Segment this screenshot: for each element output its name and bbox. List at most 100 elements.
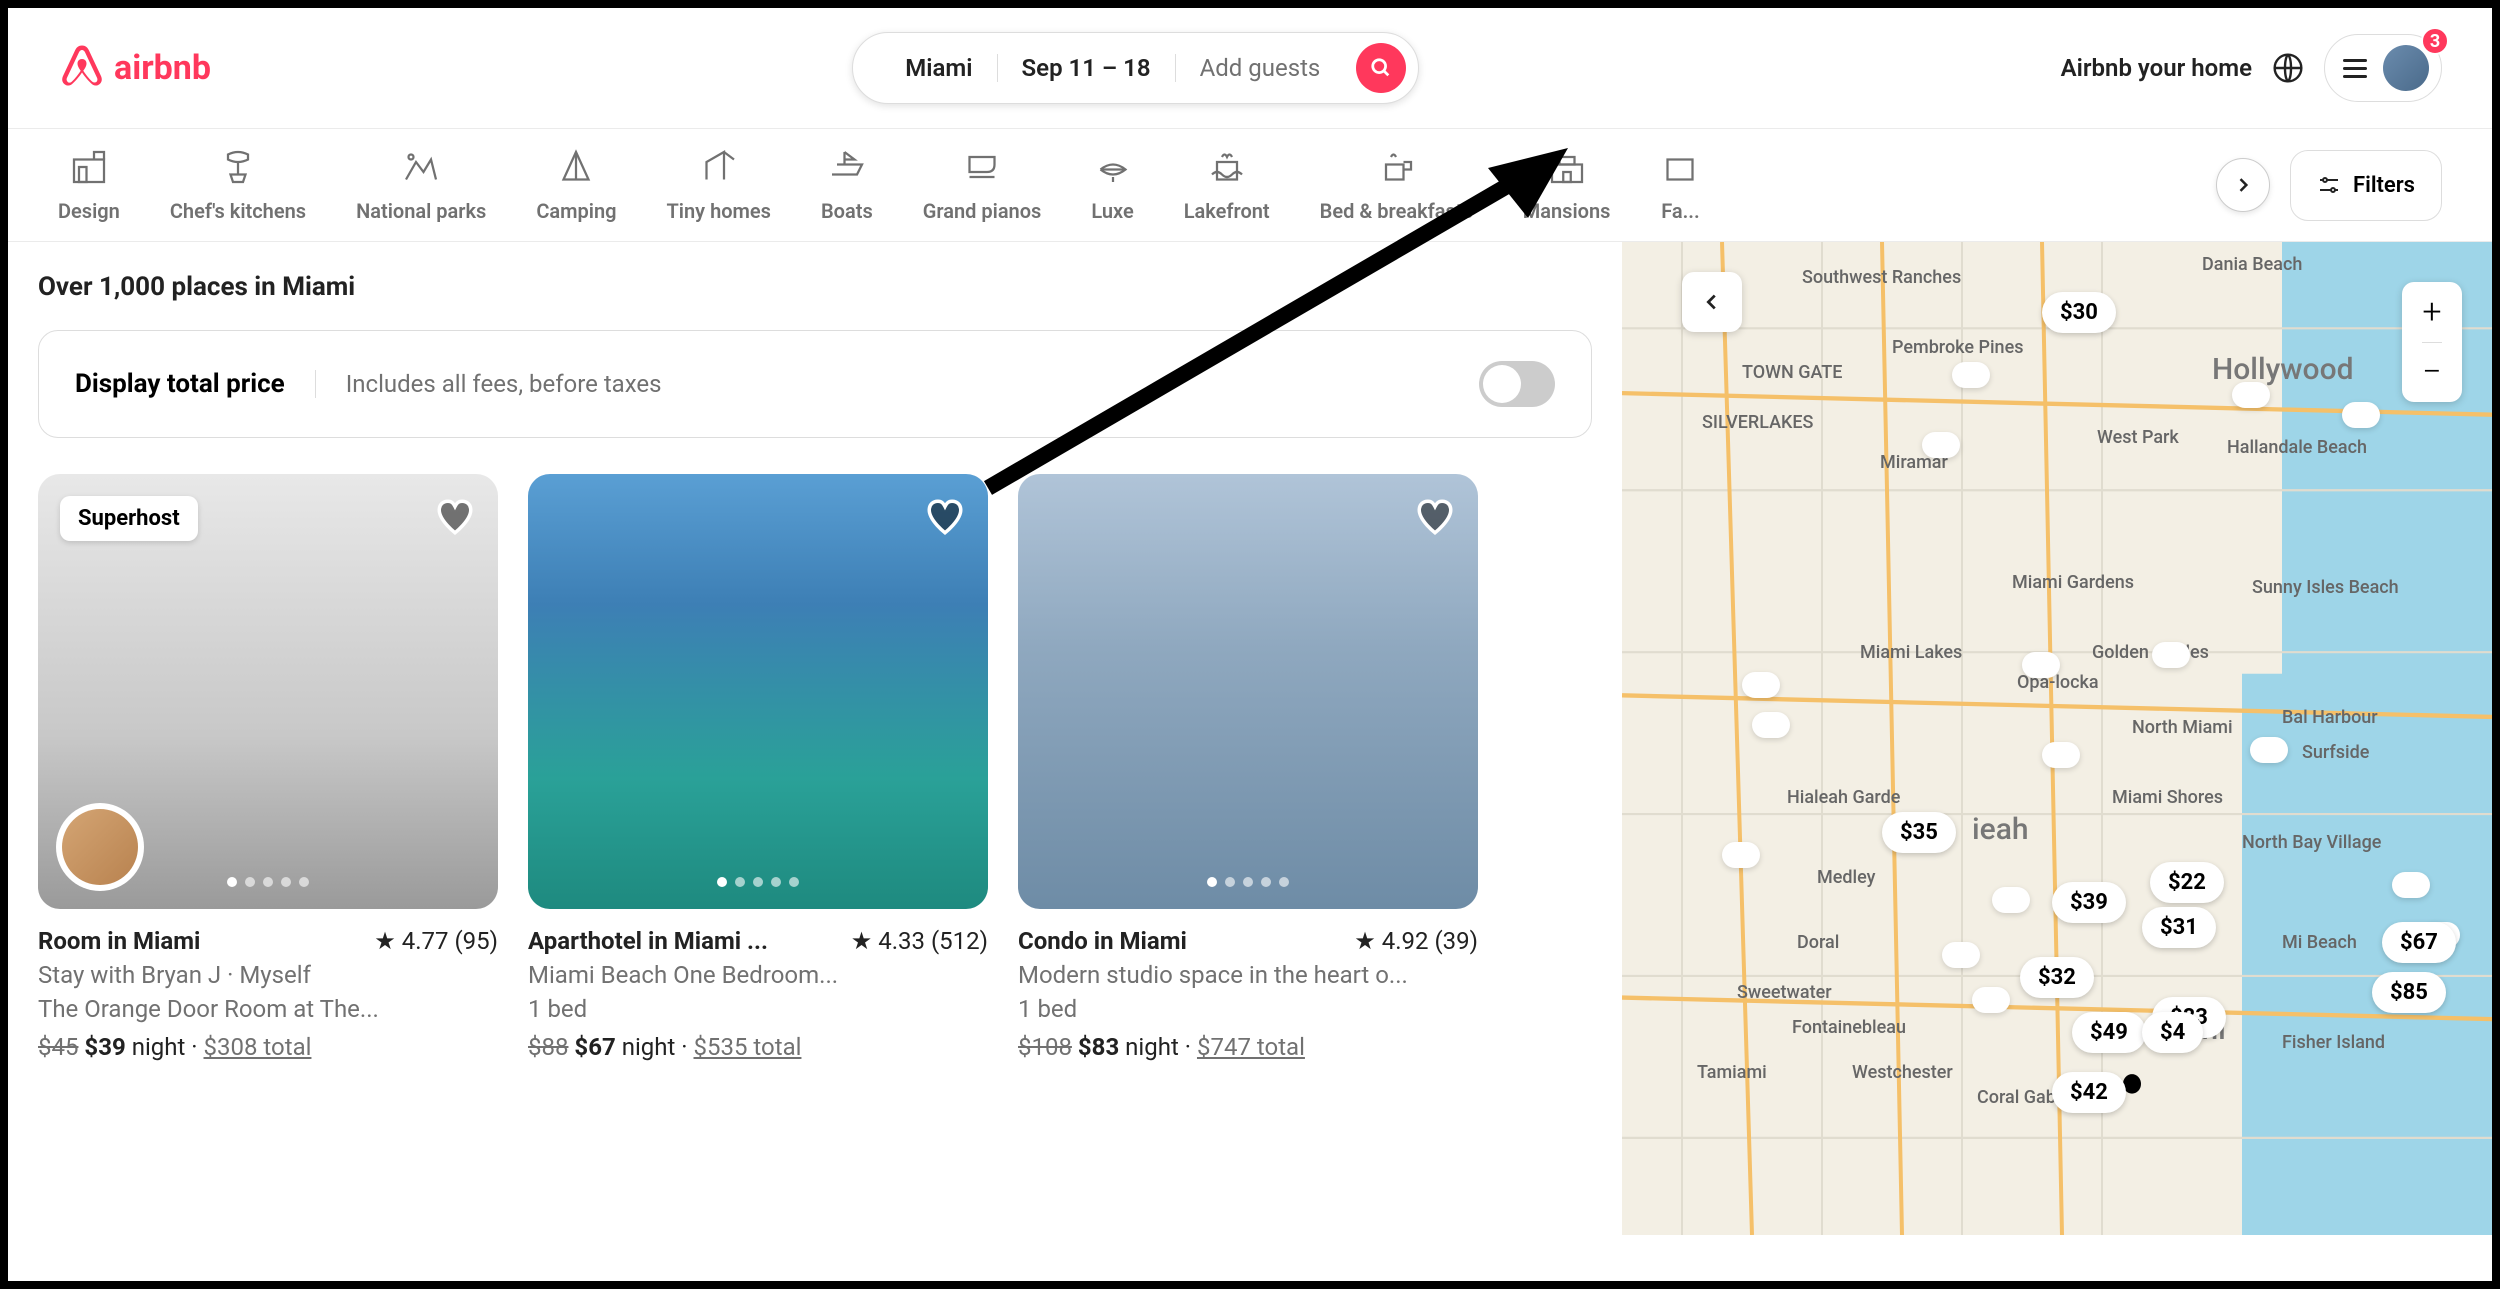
map-price-marker[interactable]: $42 xyxy=(2052,1072,2126,1113)
image-dots xyxy=(227,877,309,887)
map-place-label: Pembroke Pines xyxy=(1892,337,2024,358)
price-toggle-switch[interactable] xyxy=(1479,361,1555,407)
map-place-label: Tamiami xyxy=(1697,1062,1767,1083)
image-dots xyxy=(717,877,799,887)
map-price-marker[interactable]: $35 xyxy=(1882,812,1956,853)
zoom-in-button[interactable]: + xyxy=(2422,282,2441,343)
listing-detail: 1 bed xyxy=(528,995,988,1023)
filters-button[interactable]: Filters xyxy=(2290,150,2442,221)
listing-image[interactable] xyxy=(1018,474,1478,909)
map-place-label: Miami Shores xyxy=(2112,787,2223,808)
host-avatar xyxy=(56,803,144,891)
user-menu[interactable]: 3 xyxy=(2324,34,2442,102)
map-place-label: North Miami xyxy=(2132,717,2233,738)
search-button[interactable] xyxy=(1356,43,1406,93)
search-bar[interactable]: Miami Sep 11 – 18 Add guests xyxy=(852,32,1419,104)
globe-icon[interactable] xyxy=(2272,52,2304,84)
search-dates[interactable]: Sep 11 – 18 xyxy=(998,54,1176,82)
map-price-marker-blank[interactable] xyxy=(1742,672,1780,698)
map-price-marker[interactable]: $22 xyxy=(2150,862,2224,903)
host-link[interactable]: Airbnb your home xyxy=(2061,54,2252,82)
listing-rating: ★ 4.33 (512) xyxy=(851,927,988,955)
listing-title: Room in Miami xyxy=(38,927,200,955)
category-label: Lakefront xyxy=(1184,199,1270,223)
zoom-out-button[interactable]: − xyxy=(2422,343,2441,403)
map-price-marker[interactable]: $30 xyxy=(2042,292,2116,333)
category-grand-pianos[interactable]: Grand pianos xyxy=(923,147,1042,223)
map-price-marker[interactable]: $4 xyxy=(2142,1012,2203,1053)
map-place-label: SILVERLAKES xyxy=(1702,412,1813,433)
listing-card[interactable]: Aparthotel in Miami ... ★ 4.33 (512) Mia… xyxy=(528,474,988,1061)
category-label: Bed & breakfasts xyxy=(1320,199,1473,223)
listing-rating: ★ 4.77 (95) xyxy=(374,927,498,955)
map-place-label: Medley xyxy=(1817,867,1875,888)
map-zoom-control: + − xyxy=(2402,282,2462,402)
category-design[interactable]: Design xyxy=(58,147,120,223)
map-place-label: Hollywood xyxy=(2212,352,2354,387)
category-tiny-homes[interactable]: Tiny homes xyxy=(667,147,771,223)
image-dots xyxy=(1207,877,1289,887)
category-camping[interactable]: Camping xyxy=(536,147,616,223)
map-price-marker-blank[interactable] xyxy=(1972,987,2010,1013)
category-luxe[interactable]: Luxe xyxy=(1091,147,1133,223)
map-price-marker-blank[interactable] xyxy=(2392,872,2430,898)
map-price-marker-blank[interactable] xyxy=(1952,362,1990,388)
map-price-marker-blank[interactable] xyxy=(1922,432,1960,458)
listing-price: $45 $39 night · $308 total xyxy=(38,1033,498,1061)
category-bed-breakfasts[interactable]: Bed & breakfasts xyxy=(1320,147,1473,223)
category-next-button[interactable] xyxy=(2216,158,2270,212)
map-price-marker-blank[interactable] xyxy=(1942,942,1980,968)
map-price-marker-blank[interactable] xyxy=(2022,652,2060,678)
map-price-marker[interactable]: $39 xyxy=(2052,882,2126,923)
category-lakefront[interactable]: Lakefront xyxy=(1184,147,1270,223)
map-back-button[interactable] xyxy=(1682,272,1742,332)
map-price-marker-blank[interactable] xyxy=(2042,742,2080,768)
map-place-label: TOWN GATE xyxy=(1742,362,1842,383)
map-place-label: Fontainebleau xyxy=(1792,1017,1906,1038)
map-price-marker-blank[interactable] xyxy=(2152,642,2190,668)
listing-card[interactable]: Superhost Room in Miami ★ 4.77 (95) Stay… xyxy=(38,474,498,1061)
map-price-marker-blank[interactable] xyxy=(2250,737,2288,763)
brand-text: airbnb xyxy=(114,48,211,88)
map-place-label: Westchester xyxy=(1852,1062,1953,1083)
results-panel: Over 1,000 places in Miami Display total… xyxy=(8,242,1622,1235)
search-guests[interactable]: Add guests xyxy=(1176,54,1345,82)
category-label: National parks xyxy=(356,199,486,223)
price-toggle-card: Display total price Includes all fees, b… xyxy=(38,330,1592,438)
notification-badge: 3 xyxy=(2421,27,2449,55)
category-mansions[interactable]: Mansions xyxy=(1523,147,1611,223)
map-price-marker-blank[interactable] xyxy=(2232,382,2270,408)
price-toggle-title: Display total price xyxy=(75,369,285,399)
map-panel[interactable]: + − Southwest RanchesDania BeachPembroke… xyxy=(1622,242,2492,1235)
map-price-marker-blank[interactable] xyxy=(2342,402,2380,428)
map-price-marker[interactable]: $32 xyxy=(2020,957,2094,998)
map-place-label: Dania Beach xyxy=(2202,254,2302,275)
search-location[interactable]: Miami xyxy=(881,54,997,82)
category-boats[interactable]: Boats xyxy=(821,147,873,223)
category-fa-[interactable]: Fa... xyxy=(1660,147,1700,223)
listing-image[interactable]: Superhost xyxy=(38,474,498,909)
hamburger-icon xyxy=(2343,59,2367,78)
map-price-marker-blank[interactable] xyxy=(1722,842,1760,868)
map-price-marker[interactable]: $85 xyxy=(2372,972,2446,1013)
heart-icon[interactable] xyxy=(1414,496,1456,538)
heart-icon[interactable] xyxy=(924,496,966,538)
airbnb-logo[interactable]: airbnb xyxy=(58,44,211,92)
map-price-marker[interactable]: $31 xyxy=(2142,907,2216,948)
map-price-marker-blank[interactable] xyxy=(1752,712,1790,738)
map-place-label: Golden Glades xyxy=(2092,642,2209,663)
category-chef-s-kitchens[interactable]: Chef's kitchens xyxy=(170,147,306,223)
category-label: Luxe xyxy=(1091,199,1133,223)
listing-image[interactable] xyxy=(528,474,988,909)
map-place-label: ieah xyxy=(1972,812,2029,847)
category-label: Grand pianos xyxy=(923,199,1042,223)
map-price-marker[interactable]: $49 xyxy=(2072,1012,2146,1053)
heart-icon[interactable] xyxy=(434,496,476,538)
map-place-label: Sweetwater xyxy=(1737,982,1832,1003)
listing-card[interactable]: Condo in Miami ★ 4.92 (39) Modern studio… xyxy=(1018,474,1478,1061)
map-place-label: Hallandale Beach xyxy=(2227,437,2367,458)
map-place-label: Miami Gardens xyxy=(2012,572,2134,593)
category-national-parks[interactable]: National parks xyxy=(356,147,486,223)
map-price-marker-blank[interactable] xyxy=(1992,887,2030,913)
map-price-marker[interactable]: $67 xyxy=(2382,922,2456,963)
